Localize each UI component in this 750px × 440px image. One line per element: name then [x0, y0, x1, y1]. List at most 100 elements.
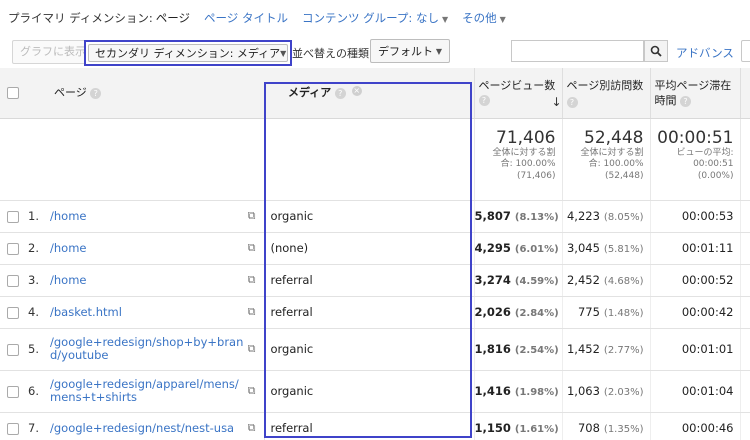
row-select-cell [0, 200, 28, 233]
row-checkbox[interactable] [7, 242, 19, 255]
dimension-option-content-group[interactable]: コンテンツ グループ: なし ▼ [302, 10, 448, 26]
open-link-icon[interactable]: ⧉ [248, 421, 256, 435]
unique-pageviews-value: 775 [577, 305, 600, 319]
chevron-down-icon: ▼ [499, 15, 506, 24]
open-link-icon[interactable]: ⧉ [248, 209, 256, 223]
remove-dimension-icon[interactable]: × [351, 86, 362, 97]
dimension-more-link[interactable]: その他 ▼ [462, 10, 506, 26]
sort-type-label: 並べ替えの種類: [292, 47, 373, 60]
secondary-dimension-dropdown[interactable]: セカンダリ ディメンション: メディア ▼ [88, 44, 288, 62]
search-button[interactable] [644, 40, 668, 62]
secondary-dimension-highlight: セカンダリ ディメンション: メディア ▼ [84, 40, 292, 66]
avg-time-cell: 00:00:46 [649, 412, 740, 440]
table-row: 3. /home ⧉ referral 3,274 (4.59%) 2,452 (4.… [0, 264, 750, 297]
pageviews-percent: (6.01%) [514, 244, 559, 255]
row-checkbox[interactable] [7, 422, 19, 435]
unique-pageviews-value: 1,452 [566, 342, 600, 356]
unique-pageviews-column-header[interactable]: ページ別訪問数 ? [561, 68, 650, 119]
unique-pageviews-percent: (5.81%) [603, 244, 644, 255]
summary-avg-time-line2: 00:00:51 [693, 159, 734, 169]
open-link-icon[interactable]: ⧉ [248, 305, 256, 319]
row-checkbox[interactable] [7, 385, 19, 398]
row-checkbox[interactable] [7, 343, 19, 356]
sort-type-select[interactable]: デフォルト ▼ [370, 39, 450, 63]
unique-pageviews-value: 3,045 [566, 241, 600, 255]
chevron-down-icon: ▼ [441, 15, 449, 24]
summary-cut-cell [739, 118, 750, 201]
unique-pageviews-percent: (8.05%) [603, 212, 644, 223]
avg-time-column-header[interactable]: 平均ページ滞在 時間 ? [649, 68, 740, 119]
page-column-header[interactable]: ページ ? [28, 68, 264, 119]
avg-time-cell: 00:00:42 [649, 296, 740, 329]
page-cell: /google+redesign/shop+by+bran d/youtube ⧉ [50, 328, 264, 371]
page-link[interactable]: /google+redesign/nest/nest-usa [50, 421, 234, 435]
summary-unique-line2: 合: 100.00% [588, 159, 644, 169]
advanced-filter-link[interactable]: アドバンス [676, 45, 734, 61]
avg-time-cell: 00:01:04 [649, 370, 740, 413]
plot-rows-button[interactable]: グラフに表示 [12, 40, 88, 64]
page-link[interactable]: /basket.html [50, 305, 122, 319]
help-icon[interactable]: ? [478, 95, 490, 106]
row-checkbox[interactable] [7, 306, 19, 319]
medium-cell: organic [263, 370, 474, 413]
open-link-icon[interactable]: ⧉ [248, 384, 256, 398]
page-link-line2: d/youtube [50, 348, 109, 362]
avg-time-cell: 00:00:52 [649, 264, 740, 297]
pageviews-value: 2,026 [474, 305, 511, 319]
row-select-cell [0, 328, 28, 371]
avg-time-column-label-2: 時間 ? [655, 93, 740, 108]
open-link-icon[interactable]: ⧉ [248, 342, 256, 356]
help-icon[interactable]: ? [566, 96, 578, 108]
unique-pageviews-cell: 1,063 (2.03%) [561, 370, 650, 413]
unique-pageviews-cell: 3,045 (5.81%) [561, 232, 650, 265]
pageviews-percent: (1.61%) [514, 424, 559, 435]
avg-time-cell: 00:00:53 [649, 200, 740, 233]
content-group-label: コンテンツ グループ: なし [301, 11, 439, 25]
view-toggle-button[interactable] [741, 40, 750, 62]
page-link[interactable]: /home [50, 209, 86, 223]
primary-dimension-bar: プライマリ ディメンション: ページ ページ タイトル コンテンツ グループ: … [0, 0, 750, 36]
page-cell: /home ⧉ [50, 200, 264, 233]
summary-avg-time-line3: (0.00%) [697, 170, 734, 181]
row-checkbox[interactable] [7, 210, 19, 223]
page-link[interactable]: /google+redesign/apparel/mens/mens+t+shi… [50, 378, 239, 404]
page-link[interactable]: /home [50, 241, 86, 255]
unique-pageviews-percent: (4.68%) [603, 276, 644, 287]
sort-descending-icon: ↓ [551, 95, 562, 109]
dimension-option-page-title[interactable]: ページ タイトル [204, 10, 288, 26]
unique-pageviews-value: 4,223 [566, 209, 600, 223]
chevron-down-icon: ▼ [435, 46, 442, 56]
summary-pageviews-line3: (71,406) [516, 170, 556, 181]
page-link-line1: /google+redesign/apparel/mens/ [50, 377, 239, 391]
page-cell: /basket.html ⧉ [50, 296, 264, 329]
row-index: 1. [28, 200, 50, 233]
pageviews-cell: 1,816 (2.54%) [473, 328, 562, 371]
summary-unique-line3: (52,448) [604, 170, 644, 181]
table-search-input[interactable] [511, 40, 644, 62]
row-select-cell [0, 264, 28, 297]
cut-cell [739, 296, 750, 329]
medium-column-label: メディア [288, 86, 332, 100]
page-column-label: ページ [54, 86, 87, 100]
unique-pageviews-cell: 775 (1.48%) [561, 296, 650, 329]
page-link[interactable]: /google+redesign/shop+by+bran d/youtube [50, 336, 243, 362]
open-link-icon[interactable]: ⧉ [248, 241, 256, 255]
help-icon[interactable]: ? [90, 87, 102, 99]
open-link-icon[interactable]: ⧉ [248, 273, 256, 287]
pageviews-cell: 2,026 (2.84%) [473, 296, 562, 329]
help-icon[interactable]: ? [334, 87, 346, 99]
page-cell: /home ⧉ [50, 264, 264, 297]
medium-column-header[interactable]: メディア ? × [264, 68, 474, 119]
help-icon[interactable]: ? [680, 95, 691, 107]
select-all-checkbox[interactable] [7, 87, 19, 100]
unique-pageviews-value: 708 [577, 421, 600, 435]
medium-cell: referral [263, 412, 474, 440]
search-icon [650, 45, 662, 57]
page-link-line1: /google+redesign/shop+by+bran [50, 335, 244, 349]
page-link[interactable]: /home [50, 273, 86, 287]
table-row: 5. /google+redesign/shop+by+bran d/youtub… [0, 328, 750, 371]
cut-cell [739, 200, 750, 233]
pageviews-value: 1,816 [474, 342, 511, 356]
pageviews-column-header[interactable]: ページビュー数 ? ↓ [473, 68, 562, 119]
row-checkbox[interactable] [7, 274, 19, 287]
